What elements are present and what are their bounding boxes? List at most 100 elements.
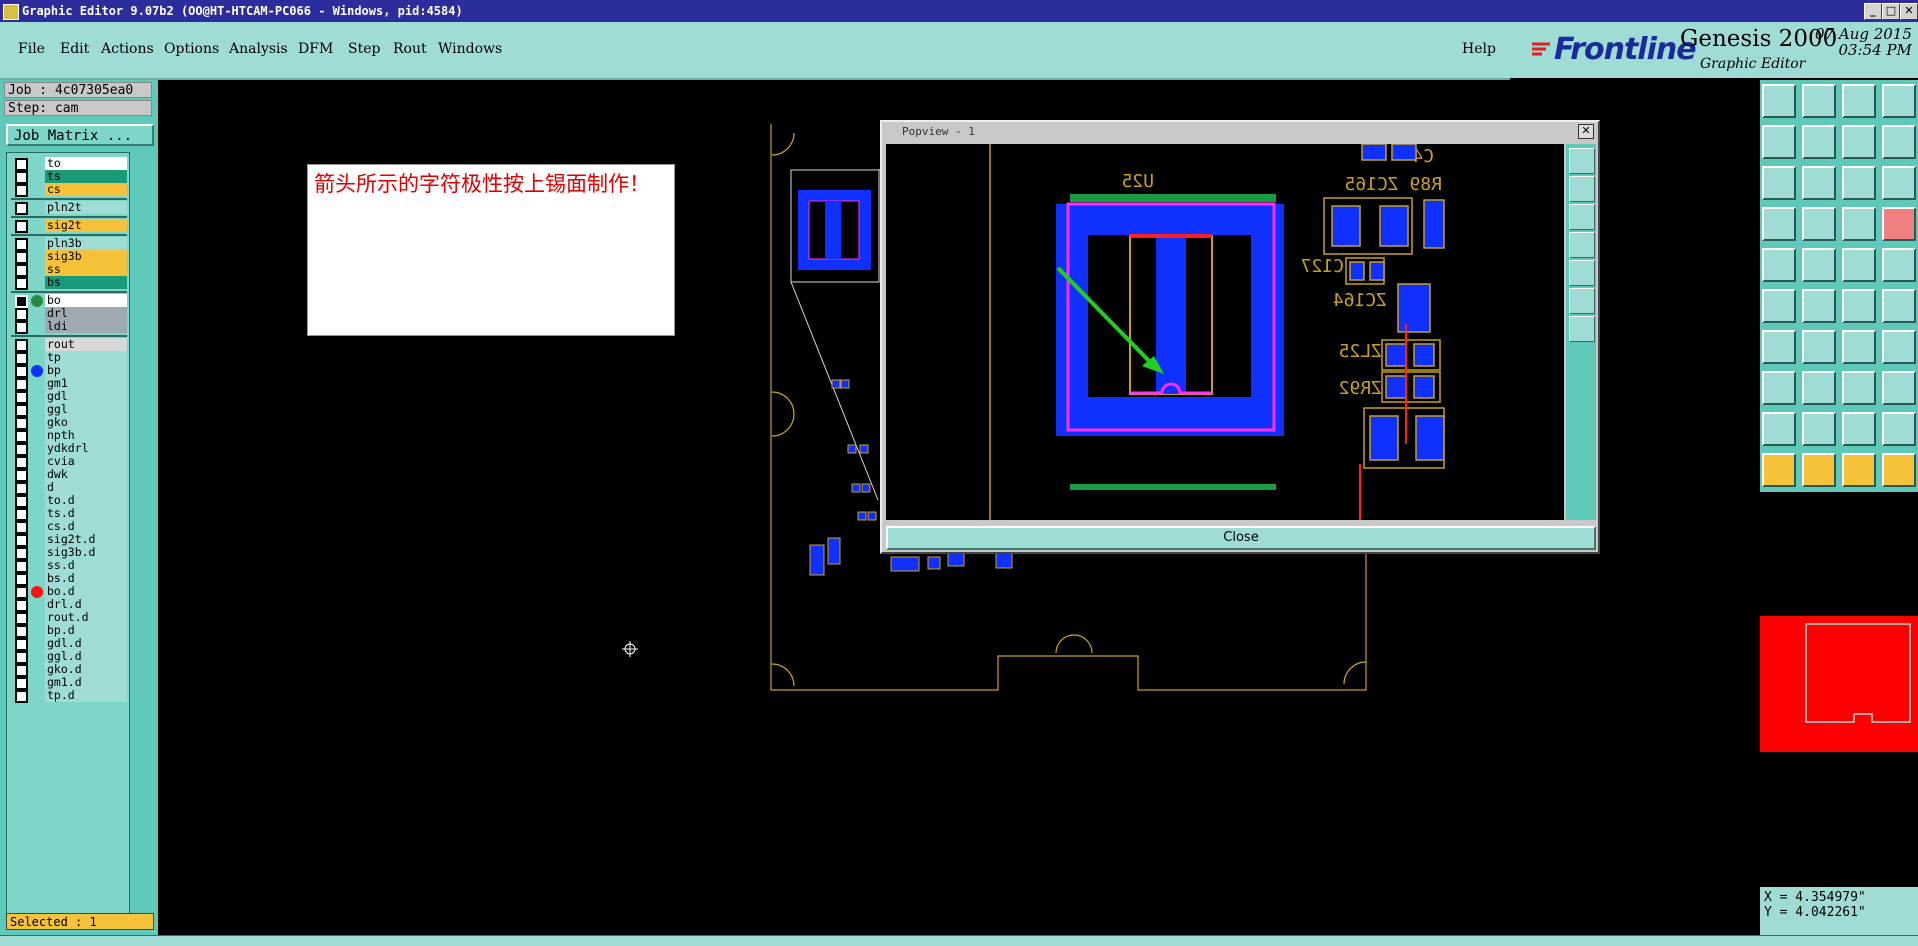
tool-open-2-button[interactable] (1802, 84, 1836, 118)
tool-save-3-button[interactable] (1842, 125, 1876, 159)
tool-help-1-button[interactable] (1762, 248, 1796, 282)
tool-snap-1-button[interactable] (1762, 289, 1796, 323)
popview-zoom-home-button[interactable] (1569, 148, 1595, 174)
menu-file[interactable]: File (18, 41, 45, 57)
popview-center-button[interactable] (1569, 316, 1595, 342)
tool-grid-4-button[interactable] (1882, 330, 1916, 364)
layer-row-cvia[interactable]: cvia (11, 455, 129, 469)
tool-snap-4-button[interactable] (1882, 289, 1916, 323)
tool-home-2-button[interactable] (1802, 166, 1836, 200)
menu-dfm[interactable]: DFM (298, 41, 333, 57)
minimize-button[interactable]: _ (1864, 3, 1882, 20)
layer-name[interactable]: cs (45, 183, 127, 196)
layer-checkbox[interactable] (15, 277, 28, 290)
layer-row-sig2t[interactable]: sig2t (11, 219, 129, 233)
layer-name[interactable]: tp.d (45, 689, 127, 702)
layer-row-ggl[interactable]: ggl (11, 403, 129, 417)
tool-view-1-button[interactable] (1762, 207, 1796, 241)
tool-open-3-button[interactable] (1842, 84, 1876, 118)
layer-row-gdl[interactable]: gdl (11, 390, 129, 404)
menu-options[interactable]: Options (164, 41, 219, 57)
popview-title-bar[interactable]: Popview - 1 (884, 124, 1596, 140)
tool-cut-1-button[interactable] (1762, 453, 1796, 487)
popview-zoom-out-button[interactable] (1569, 204, 1595, 230)
tool-snap-3-button[interactable] (1842, 289, 1876, 323)
tool-cut-3-button[interactable] (1842, 453, 1876, 487)
menu-actions[interactable]: Actions (101, 41, 154, 57)
tool-help-2-button[interactable] (1802, 248, 1836, 282)
tool-save-2-button[interactable] (1802, 125, 1836, 159)
tool-measure-2-button[interactable] (1802, 412, 1836, 446)
tool-save-1-button[interactable] (1762, 125, 1796, 159)
tool-move-3-button[interactable] (1842, 371, 1876, 405)
tool-save-4-button[interactable] (1882, 125, 1916, 159)
layer-row-ss[interactable]: ss (11, 263, 129, 277)
tool-grid-2-button[interactable] (1802, 330, 1836, 364)
menu-windows[interactable]: Windows (438, 41, 502, 57)
layer-row-pln2t[interactable]: pln2t (11, 201, 129, 215)
layer-row-ts[interactable]: ts (11, 170, 129, 184)
layer-name[interactable]: sig2t (45, 219, 127, 232)
tool-grid-3-button[interactable] (1842, 330, 1876, 364)
menu-edit[interactable]: Edit (60, 41, 89, 57)
layer-row-drl[interactable]: drl (11, 307, 129, 321)
close-window-button[interactable]: ✕ (1900, 3, 1918, 20)
layer-row-bo[interactable]: bo (11, 294, 129, 308)
layer-row-to[interactable]: to (11, 157, 129, 171)
tool-help-4-button[interactable] (1882, 248, 1916, 282)
layer-name[interactable]: dwk (45, 468, 127, 481)
tool-move-2-button[interactable] (1802, 371, 1836, 405)
layer-checkbox[interactable] (15, 220, 28, 233)
layer-row-rout[interactable]: rout (11, 338, 129, 352)
layer-row-cs[interactable]: cs (11, 183, 129, 197)
popview-fit-button[interactable] (1569, 288, 1595, 314)
popview-zoom-in-button[interactable] (1569, 176, 1595, 202)
layer-list[interactable]: to ts cs pln2t sig2t pln3b sig3b ss bs bo drl ldi ro… (6, 152, 130, 914)
layer-row-ldi[interactable]: ldi (11, 320, 129, 334)
layer-row-tp-d[interactable]: tp.d (11, 689, 129, 703)
popview-pan-left-button[interactable] (1569, 232, 1595, 258)
menu-help[interactable]: Help (1462, 41, 1496, 57)
layer-name[interactable]: pln2t (45, 201, 127, 214)
layer-name[interactable]: ldi (45, 320, 127, 333)
tool-measure-1-button[interactable] (1762, 412, 1796, 446)
tool-open-1-button[interactable] (1762, 84, 1796, 118)
layer-checkbox[interactable] (15, 184, 28, 197)
tool-view-3-button[interactable] (1842, 207, 1876, 241)
tool-home-4-button[interactable] (1882, 166, 1916, 200)
layer-checkbox[interactable] (15, 202, 28, 215)
tool-grid-1-button[interactable] (1762, 330, 1796, 364)
tool-open-4-button[interactable] (1882, 84, 1916, 118)
tool-move-1-button[interactable] (1762, 371, 1796, 405)
tool-cut-2-button[interactable] (1802, 453, 1836, 487)
tool-view-4-button[interactable] (1882, 207, 1916, 241)
menu-rout[interactable]: Rout (393, 41, 427, 57)
overview-map[interactable] (1760, 492, 1918, 887)
layer-row-tp[interactable]: tp (11, 351, 129, 365)
tool-measure-3-button[interactable] (1842, 412, 1876, 446)
layer-name[interactable]: bs (45, 276, 127, 289)
layer-row-gm1[interactable]: gm1 (11, 377, 129, 391)
tool-measure-4-button[interactable] (1882, 412, 1916, 446)
layer-row-dwk[interactable]: dwk (11, 468, 129, 482)
tool-cut-4-button[interactable] (1882, 453, 1916, 487)
popview-pan-right-button[interactable] (1569, 260, 1595, 286)
tool-help-3-button[interactable] (1842, 248, 1876, 282)
layer-row-sig3b[interactable]: sig3b (11, 250, 129, 264)
tool-snap-2-button[interactable] (1802, 289, 1836, 323)
popview-canvas[interactable]: U25 C4 R89 ZC165 C127 ZC164 ZL25 ZR92 (886, 144, 1564, 520)
tool-home-3-button[interactable] (1842, 166, 1876, 200)
job-matrix-button[interactable]: Job Matrix ... (6, 124, 154, 146)
menu-analysis[interactable]: Analysis (229, 41, 288, 57)
tool-view-2-button[interactable] (1802, 207, 1836, 241)
layer-checkbox[interactable] (15, 690, 28, 703)
layer-checkbox[interactable] (15, 321, 28, 334)
maximize-button[interactable]: □ (1882, 3, 1900, 20)
popview-window[interactable]: Popview - 1 ✕ U25 C4 R89 ZC165 C127 ZC16… (880, 120, 1600, 554)
menu-step[interactable]: Step (348, 41, 380, 57)
window-title-bar[interactable]: Graphic Editor 9.07b2 (OO@HT-HTCAM-PC066… (0, 0, 1918, 22)
popview-close-button[interactable]: Close (886, 526, 1596, 550)
layer-row-bp[interactable]: bp (11, 364, 129, 378)
layer-row-bs[interactable]: bs (11, 276, 129, 290)
popview-close-icon[interactable]: ✕ (1578, 124, 1594, 139)
